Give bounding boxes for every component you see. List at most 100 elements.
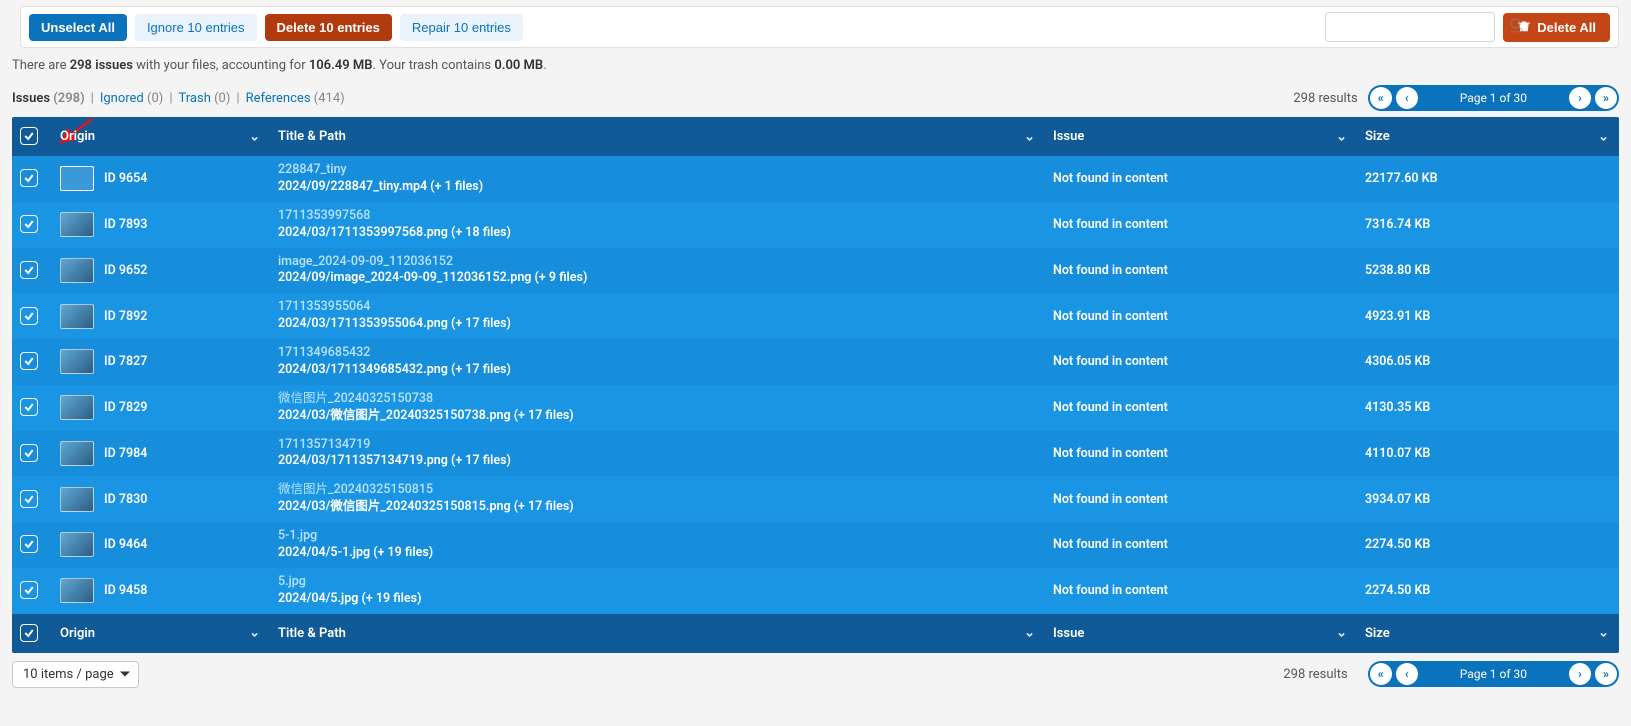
pager-top: « ‹ Page 1 of 30 › » — [1368, 85, 1619, 111]
chevron-down-icon: ⌄ — [249, 626, 260, 641]
row-checkbox[interactable] — [20, 261, 38, 279]
row-title-link[interactable]: image_2024-09-09_112036152 — [278, 254, 1037, 271]
pager-next-button[interactable]: › — [1569, 87, 1591, 109]
ignore-entries-button[interactable]: Ignore 10 entries — [135, 14, 257, 41]
row-id: ID 7893 — [104, 217, 147, 232]
row-id: ID 9458 — [104, 583, 147, 598]
summary-prefix: There are — [12, 58, 70, 73]
pager-last-button[interactable]: » — [1595, 87, 1617, 109]
col-header-issue[interactable]: Issue ⌄ — [1045, 117, 1357, 156]
chevron-down-icon: ⌄ — [1024, 626, 1035, 641]
pager-next-button[interactable]: › — [1569, 663, 1591, 685]
col-header-issue-label: Issue — [1053, 129, 1084, 144]
table-row[interactable]: ID 798417113571347192024/03/171135713471… — [12, 431, 1619, 477]
row-title-link[interactable]: 1711357134719 — [278, 437, 1037, 454]
row-title-link[interactable]: 1711349685432 — [278, 345, 1037, 362]
row-title-link[interactable]: 微信图片_20240325150738 — [278, 391, 1037, 408]
table-row[interactable]: ID 7829微信图片_202403251507382024/03/微信图片_2… — [12, 385, 1619, 431]
col-footer-origin[interactable]: Origin ⌄ — [52, 614, 270, 653]
row-checkbox[interactable] — [20, 535, 38, 553]
row-checkbox[interactable] — [20, 215, 38, 233]
items-per-page-select[interactable]: 10 items / page — [12, 661, 139, 688]
search-input[interactable] — [1332, 20, 1508, 35]
table-row[interactable]: ID 9652 image_2024-09-09_1120361522024/09… — [12, 248, 1619, 294]
row-checkbox[interactable] — [20, 307, 38, 325]
tab-references-label: References — [246, 91, 311, 106]
thumbnail-icon — [60, 212, 94, 237]
col-header-size[interactable]: Size ⌄ — [1357, 117, 1619, 156]
row-title-link[interactable]: 5-1.jpg — [278, 528, 1037, 545]
col-header-title-label: Title & Path — [278, 129, 346, 144]
pager-label: Page 1 of 30 — [1420, 91, 1567, 105]
unselect-all-button[interactable]: Unselect All — [29, 14, 127, 41]
pager-prev-button[interactable]: ‹ — [1396, 87, 1418, 109]
row-size: 7316.74 KB — [1357, 202, 1619, 248]
col-header-origin[interactable]: Origin ⌄ — [52, 117, 270, 156]
table-row[interactable]: ID 94585.jpg2024/04/5.jpg (+ 19 files)No… — [12, 568, 1619, 614]
pager-first-button[interactable]: « — [1370, 663, 1392, 685]
select-all-checkbox[interactable] — [20, 127, 38, 145]
results-count-bottom: 298 results — [1283, 667, 1347, 682]
tab-trash[interactable]: Trash (0) — [179, 91, 231, 106]
col-footer-origin-label: Origin — [60, 626, 95, 641]
chevron-down-icon: ⌄ — [1024, 129, 1035, 144]
row-title-link[interactable]: 1711353955064 — [278, 299, 1037, 316]
table-row[interactable]: ID 782717113496854322024/03/171134968543… — [12, 339, 1619, 385]
tab-issues[interactable]: Issues (298) — [12, 91, 85, 106]
row-checkbox[interactable] — [20, 444, 38, 462]
row-path: 2024/09/image_2024-09-09_112036152.png (… — [278, 270, 1037, 287]
row-title-link[interactable]: 1711353997568 — [278, 208, 1037, 225]
col-footer-title-path[interactable]: Title & Path ⌄ — [270, 614, 1045, 653]
tab-ignored[interactable]: Ignored (0) — [100, 91, 163, 106]
tab-issues-label: Issues — [12, 91, 50, 106]
summary-size: 106.49 MB — [309, 58, 373, 73]
tab-references[interactable]: References (414) — [246, 91, 345, 106]
row-title-link[interactable]: 5.jpg — [278, 574, 1037, 591]
table-row[interactable]: ID 94645-1.jpg2024/04/5-1.jpg (+ 19 file… — [12, 522, 1619, 568]
row-checkbox[interactable] — [20, 352, 38, 370]
row-checkbox[interactable] — [20, 398, 38, 416]
pager-first-button[interactable]: « — [1370, 87, 1392, 109]
select-all-checkbox-footer[interactable] — [20, 624, 38, 642]
col-footer-checkbox[interactable] — [12, 614, 52, 653]
col-header-checkbox[interactable] — [12, 117, 52, 156]
row-title-link[interactable]: 微信图片_20240325150815 — [278, 482, 1037, 499]
col-header-title-path[interactable]: Title & Path ⌄ — [270, 117, 1045, 156]
summary-trash-size: 0.00 MB — [494, 58, 543, 73]
row-title-link[interactable]: 228847_tiny — [278, 162, 1037, 179]
row-checkbox[interactable] — [20, 490, 38, 508]
table-row[interactable]: ID 789217113539550642024/03/171135395506… — [12, 293, 1619, 339]
summary-mid: with your files, accounting for — [133, 58, 309, 73]
row-path: 2024/09/228847_tiny.mp4 (+ 1 files) — [278, 179, 1037, 196]
row-id: ID 7892 — [104, 308, 147, 323]
pager-last-button[interactable]: » — [1595, 663, 1617, 685]
table-row[interactable]: ID 9654228847_tiny2024/09/228847_tiny.mp… — [12, 156, 1619, 202]
row-size: 4110.07 KB — [1357, 431, 1619, 477]
row-issue: Not found in content — [1045, 202, 1357, 248]
search-box[interactable] — [1325, 12, 1495, 42]
row-path: 2024/03/1711353997568.png (+ 18 files) — [278, 225, 1037, 242]
row-size: 4923.91 KB — [1357, 293, 1619, 339]
table-row[interactable]: ID 7893 17113539975682024/03/171135399756… — [12, 202, 1619, 248]
row-checkbox[interactable] — [20, 581, 38, 599]
table-row[interactable]: ID 7830微信图片_202403251508152024/03/微信图片_2… — [12, 476, 1619, 522]
col-footer-size[interactable]: Size ⌄ — [1357, 614, 1619, 653]
thumbnail-icon — [60, 487, 94, 512]
summary-issues-count: 298 issues — [70, 58, 133, 73]
repair-entries-button[interactable]: Repair 10 entries — [400, 14, 523, 41]
pager-prev-button[interactable]: ‹ — [1396, 663, 1418, 685]
col-header-origin-label: Origin — [60, 129, 95, 144]
summary-suffix: . Your trash contains — [373, 58, 495, 73]
col-footer-issue[interactable]: Issue ⌄ — [1045, 614, 1357, 653]
issues-table: Origin ⌄ Title & Path ⌄ Issue ⌄ Size ⌄ I… — [12, 117, 1619, 653]
row-size: 4306.05 KB — [1357, 339, 1619, 385]
delete-entries-button[interactable]: Delete 10 entries — [265, 14, 392, 41]
row-id: ID 7827 — [104, 354, 147, 369]
delete-all-label: Delete All — [1537, 20, 1596, 35]
row-size: 5238.80 KB — [1357, 248, 1619, 294]
row-checkbox[interactable] — [20, 169, 38, 187]
tab-ignored-count: (0) — [147, 91, 163, 106]
row-path: 2024/04/5.jpg (+ 19 files) — [278, 591, 1037, 608]
search-icon — [1508, 16, 1526, 38]
row-id: ID 9652 — [104, 263, 147, 278]
